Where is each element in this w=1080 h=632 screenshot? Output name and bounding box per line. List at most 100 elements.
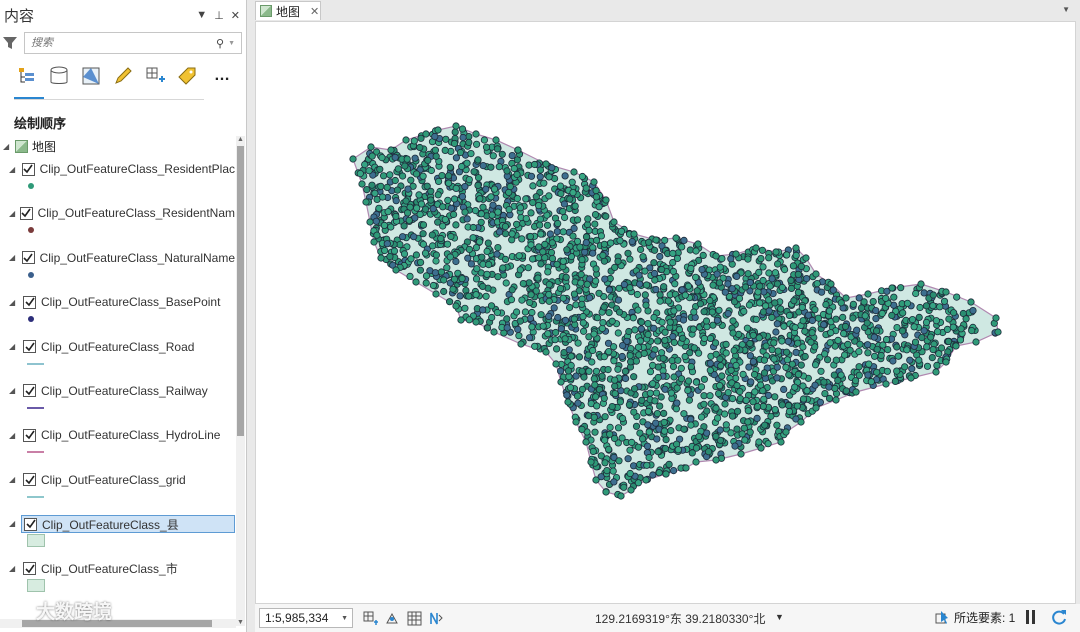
search-box[interactable]: ⚲ ▼	[24, 32, 242, 54]
map-node-label: 地图	[32, 139, 57, 154]
collapse-caret-icon[interactable]: ◢	[9, 298, 19, 307]
close-icon[interactable]: ✕	[231, 9, 240, 22]
collapse-caret-icon[interactable]: ◢	[9, 564, 19, 573]
layer-symbol-polygon[interactable]	[27, 534, 45, 548]
layer-item[interactable]: ◢ Clip_OutFeatureClass_市	[0, 556, 236, 600]
scroll-thumb[interactable]	[237, 146, 244, 436]
coordinate-readout: 129.2169319°东 39.2180330°北	[595, 612, 766, 626]
collapse-caret-icon[interactable]: ◢	[3, 142, 13, 151]
layer-symbol-point[interactable]	[28, 271, 34, 278]
point-features	[349, 122, 1002, 500]
labeling-icon[interactable]	[176, 65, 198, 87]
map-icon	[260, 5, 272, 17]
collapse-caret-icon[interactable]: ◢	[9, 431, 19, 440]
layer-name: Clip_OutFeatureClass_Road	[41, 339, 195, 354]
visibility-checkbox[interactable]	[23, 295, 36, 309]
scale-selector[interactable]: 1:5,985,334 ▼	[259, 608, 353, 628]
layer-symbol-line[interactable]	[27, 495, 44, 498]
collapse-caret-icon[interactable]: ◢	[9, 386, 19, 395]
snapping-icon[interactable]	[144, 65, 166, 87]
scroll-down-icon[interactable]: ▼	[237, 619, 244, 626]
snapping-toggle-icon[interactable]	[385, 611, 400, 626]
layer-item[interactable]: ◢ Clip_OutFeatureClass_NaturalName	[0, 245, 236, 289]
map-canvas[interactable]	[256, 22, 1076, 604]
collapse-caret-icon[interactable]: ◢	[9, 342, 19, 351]
data-source-icon[interactable]	[48, 65, 70, 87]
layer-symbol-point[interactable]	[28, 227, 34, 234]
visibility-checkbox[interactable]	[21, 162, 35, 176]
layer-symbol-point[interactable]	[28, 183, 34, 189]
layer-row[interactable]: ◢ Clip_OutFeatureClass_NaturalName	[9, 249, 235, 267]
visibility-checkbox[interactable]	[23, 428, 36, 442]
layer-symbol-line[interactable]	[27, 451, 44, 454]
layer-item[interactable]: ◢ Clip_OutFeatureClass_Road	[0, 334, 236, 378]
more-icon[interactable]: …	[214, 67, 231, 85]
collapse-caret-icon[interactable]: ◢	[9, 475, 19, 484]
layer-name: Clip_OutFeatureClass_Railway	[41, 383, 208, 398]
layer-row[interactable]: ◢ Clip_OutFeatureClass_ResidentPlac	[9, 160, 235, 178]
search-input[interactable]	[31, 37, 212, 49]
selected-features[interactable]: 所选要素: 1	[935, 609, 1015, 626]
search-icon[interactable]: ⚲	[216, 37, 224, 50]
grid-icon[interactable]	[407, 611, 422, 626]
layer-item[interactable]: ◢ Clip_OutFeatureClass_HydroLine	[0, 422, 236, 466]
collapse-caret-icon[interactable]: ◢	[9, 253, 18, 262]
layer-row[interactable]: ◢ Clip_OutFeatureClass_HydroLine	[9, 426, 235, 444]
layer-item[interactable]: ◢ Clip_OutFeatureClass_县	[0, 511, 236, 555]
scroll-up-icon[interactable]: ▲	[237, 136, 244, 143]
visibility-checkbox[interactable]	[21, 251, 35, 265]
select-features-icon	[935, 611, 948, 624]
coordinate-format-dropdown-icon[interactable]: ▼	[775, 612, 784, 622]
collapse-caret-icon[interactable]: ◢	[9, 209, 16, 218]
selected-features-label: 所选要素: 1	[954, 611, 1016, 625]
layer-item[interactable]: ◢ Clip_OutFeatureClass_BasePoint	[0, 289, 236, 333]
tab-list-dropdown-icon[interactable]: ▼	[1062, 5, 1070, 14]
collapse-caret-icon[interactable]: ◢	[9, 519, 19, 528]
map-node[interactable]: ◢ 地图	[0, 136, 236, 156]
close-tab-icon[interactable]: ✕	[310, 5, 319, 18]
layer-symbol-line[interactable]	[27, 406, 44, 409]
visibility-checkbox[interactable]	[23, 384, 36, 398]
tab-label: 地图	[276, 4, 301, 19]
layer-row[interactable]: Clip_OutFeatureClass_县	[21, 515, 235, 534]
visibility-checkbox[interactable]	[23, 340, 36, 354]
visibility-checkbox[interactable]	[23, 562, 36, 576]
refresh-icon[interactable]	[1050, 608, 1068, 626]
search-dropdown-icon[interactable]: ▼	[228, 40, 235, 47]
vertical-scrollbar[interactable]: ▲ ▼	[236, 136, 245, 626]
chevron-down-icon[interactable]: ▼	[341, 615, 348, 622]
layer-item[interactable]: ◢ Clip_OutFeatureClass_ResidentNam	[0, 200, 236, 244]
layer-name: Clip_OutFeatureClass_ResidentPlac	[39, 162, 235, 176]
layer-row[interactable]: ◢ Clip_OutFeatureClass_市	[9, 560, 235, 578]
pane-options-icon[interactable]: ▼	[196, 9, 207, 22]
layer-symbol-polygon[interactable]	[27, 578, 45, 592]
collapse-caret-icon[interactable]: ◢	[9, 165, 18, 174]
layer-name: Clip_OutFeatureClass_市	[41, 562, 178, 577]
layer-row[interactable]: ◢ Clip_OutFeatureClass_Railway	[9, 382, 235, 400]
tab-map[interactable]: 地图 ✕	[255, 1, 321, 20]
layer-row[interactable]: ◢ Clip_OutFeatureClass_grid	[9, 471, 235, 489]
drawing-order-icon[interactable]	[16, 65, 38, 87]
layer-item[interactable]: ◢ Clip_OutFeatureClass_grid	[0, 467, 236, 511]
visibility-checkbox[interactable]	[24, 517, 37, 531]
visibility-checkbox[interactable]	[19, 206, 33, 220]
layer-symbol-point[interactable]	[28, 316, 34, 323]
pin-icon[interactable]: ⊥	[214, 9, 224, 22]
map-view[interactable]	[255, 21, 1076, 604]
layer-row[interactable]: ◢ Clip_OutFeatureClass_Road	[9, 338, 235, 356]
layer-symbol-line[interactable]	[27, 362, 44, 365]
view-tab-bar: 地图 ✕ ▼	[249, 0, 1080, 21]
pause-drawing-icon[interactable]	[1026, 610, 1038, 624]
visibility-checkbox[interactable]	[23, 473, 36, 487]
selection-icon[interactable]	[80, 65, 102, 87]
layer-row[interactable]: ◢ Clip_OutFeatureClass_BasePoint	[9, 293, 235, 311]
layer-item[interactable]: ◢ Clip_OutFeatureClass_ResidentPlac	[0, 156, 236, 200]
scale-value: 1:5,985,334	[265, 611, 329, 625]
layer-item[interactable]: ◢ Clip_OutFeatureClass_Railway	[0, 378, 236, 422]
watermark: 大数跨境	[6, 597, 112, 624]
filter-icon[interactable]	[2, 35, 18, 51]
editing-icon[interactable]	[112, 65, 134, 87]
layer-row[interactable]: ◢ Clip_OutFeatureClass_ResidentNam	[9, 204, 235, 222]
grid-add-icon[interactable]	[363, 611, 378, 626]
navigation-icon[interactable]	[429, 611, 444, 626]
